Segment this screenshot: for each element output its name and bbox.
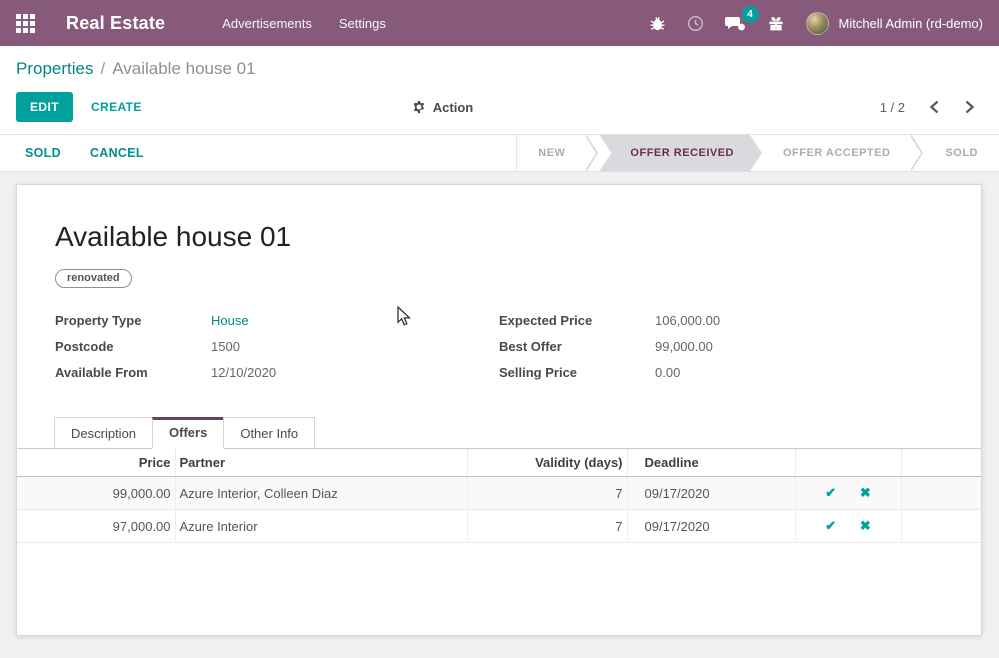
activity-clock-icon[interactable] (687, 15, 704, 32)
field-label: Best Offer (499, 339, 655, 355)
column-header-price[interactable]: Price (17, 449, 175, 477)
offer-row[interactable]: 99,000.00 Azure Interior, Colleen Diaz 7… (17, 477, 981, 510)
tab-offers[interactable]: Offers (152, 417, 224, 449)
offer-price[interactable]: 99,000.00 (17, 477, 175, 510)
offer-row[interactable]: 97,000.00 Azure Interior 7 09/17/2020 ✔ … (17, 510, 981, 543)
offer-partner[interactable]: Azure Interior, Colleen Diaz (175, 477, 467, 510)
field-label: Selling Price (499, 365, 655, 381)
gift-icon[interactable] (767, 14, 785, 32)
pager: 1 / 2 (880, 100, 983, 115)
column-header-deadline[interactable]: Deadline (627, 449, 795, 477)
messages-icon[interactable]: 4 (725, 14, 746, 32)
field-property-type: Property Type House (55, 313, 499, 329)
create-button[interactable]: CREATE (87, 92, 146, 122)
notebook: Description Offers Other Info Price Part… (17, 417, 981, 543)
column-header-actions (795, 449, 901, 477)
statusbar: NEW OFFER RECEIVED OFFER ACCEPTED SOLD (516, 135, 999, 171)
statusbar-separator (911, 135, 924, 171)
field-value: 0.00 (655, 365, 680, 381)
stage-new[interactable]: NEW (517, 135, 586, 171)
property-type-link[interactable]: House (211, 313, 249, 329)
offer-partner[interactable]: Azure Interior (175, 510, 467, 543)
field-selling-price: Selling Price 0.00 (499, 365, 943, 381)
tab-description[interactable]: Description (54, 417, 153, 448)
record-title: Available house 01 (55, 221, 943, 253)
column-header-validity[interactable]: Validity (days) (467, 449, 627, 477)
accept-offer-icon[interactable]: ✔ (825, 518, 836, 533)
messages-count-badge: 4 (742, 6, 759, 23)
offer-deadline[interactable]: 09/17/2020 (627, 510, 795, 543)
tag-renovated[interactable]: renovated (55, 269, 132, 288)
edit-button[interactable]: EDIT (16, 92, 73, 122)
nav-menu: Advertisements Settings (222, 16, 386, 31)
action-menu-button[interactable]: Action (412, 100, 473, 115)
field-groups: Property Type House Postcode 1500 Availa… (55, 313, 943, 391)
pager-next-button[interactable] (964, 100, 975, 114)
app-title[interactable]: Real Estate (66, 13, 165, 34)
offers-header-row: Price Partner Validity (days) Deadline (17, 449, 981, 477)
top-navbar: Real Estate Advertisements Settings 4 (0, 0, 999, 46)
field-label: Expected Price (499, 313, 655, 329)
menu-settings[interactable]: Settings (339, 16, 386, 31)
field-expected-price: Expected Price 106,000.00 (499, 313, 943, 329)
breadcrumb: Properties / Available house 01 (16, 59, 983, 79)
field-postcode: Postcode 1500 (55, 339, 499, 355)
action-label: Action (433, 100, 473, 115)
field-value: 12/10/2020 (211, 365, 276, 381)
form-sheet: Available house 01 renovated Property Ty… (16, 184, 982, 636)
refuse-offer-icon[interactable]: ✖ (860, 518, 871, 533)
field-value: 1500 (211, 339, 240, 355)
offers-table: Price Partner Validity (days) Deadline 9… (17, 449, 981, 543)
breadcrumb-separator: / (100, 59, 105, 78)
stage-offer-accepted[interactable]: OFFER ACCEPTED (762, 135, 911, 171)
stage-offer-received[interactable]: OFFER RECEIVED (599, 135, 762, 171)
apps-menu-icon[interactable] (16, 14, 35, 33)
offer-price[interactable]: 97,000.00 (17, 510, 175, 543)
field-value: 99,000.00 (655, 339, 713, 355)
offer-validity[interactable]: 7 (467, 510, 627, 543)
field-label: Postcode (55, 339, 211, 355)
gear-icon (412, 100, 426, 114)
breadcrumb-current: Available house 01 (112, 59, 255, 78)
field-label: Property Type (55, 313, 211, 329)
user-avatar[interactable] (806, 12, 829, 35)
statusbar-separator (586, 135, 599, 171)
field-best-offer: Best Offer 99,000.00 (499, 339, 943, 355)
debug-bug-icon[interactable] (649, 15, 666, 32)
tab-bar: Description Offers Other Info (17, 417, 981, 449)
offer-deadline[interactable]: 09/17/2020 (627, 477, 795, 510)
column-header-partner[interactable]: Partner (175, 449, 467, 477)
stage-sold[interactable]: SOLD (924, 135, 999, 171)
tab-other-info[interactable]: Other Info (223, 417, 315, 448)
field-available-from: Available From 12/10/2020 (55, 365, 499, 381)
user-menu[interactable]: Mitchell Admin (rd-demo) (839, 16, 984, 31)
menu-advertisements[interactable]: Advertisements (222, 16, 312, 31)
control-panel: Properties / Available house 01 EDIT CREAT… (0, 46, 999, 135)
breadcrumb-parent-link[interactable]: Properties (16, 59, 93, 78)
offer-validity[interactable]: 7 (467, 477, 627, 510)
pager-previous-button[interactable] (929, 100, 940, 114)
navbar-right: 4 Mitchell Admin (rd-demo) (649, 12, 984, 35)
pager-count: 1 / 2 (880, 100, 905, 115)
column-header-filler (901, 449, 981, 477)
field-value: 106,000.00 (655, 313, 720, 329)
refuse-offer-icon[interactable]: ✖ (860, 485, 871, 500)
accept-offer-icon[interactable]: ✔ (825, 485, 836, 500)
cancel-button[interactable]: CANCEL (90, 146, 144, 160)
field-label: Available From (55, 365, 211, 381)
form-status-row: SOLD CANCEL NEW OFFER RECEIVED OFFER ACC… (0, 135, 999, 172)
sold-button[interactable]: SOLD (25, 146, 61, 160)
